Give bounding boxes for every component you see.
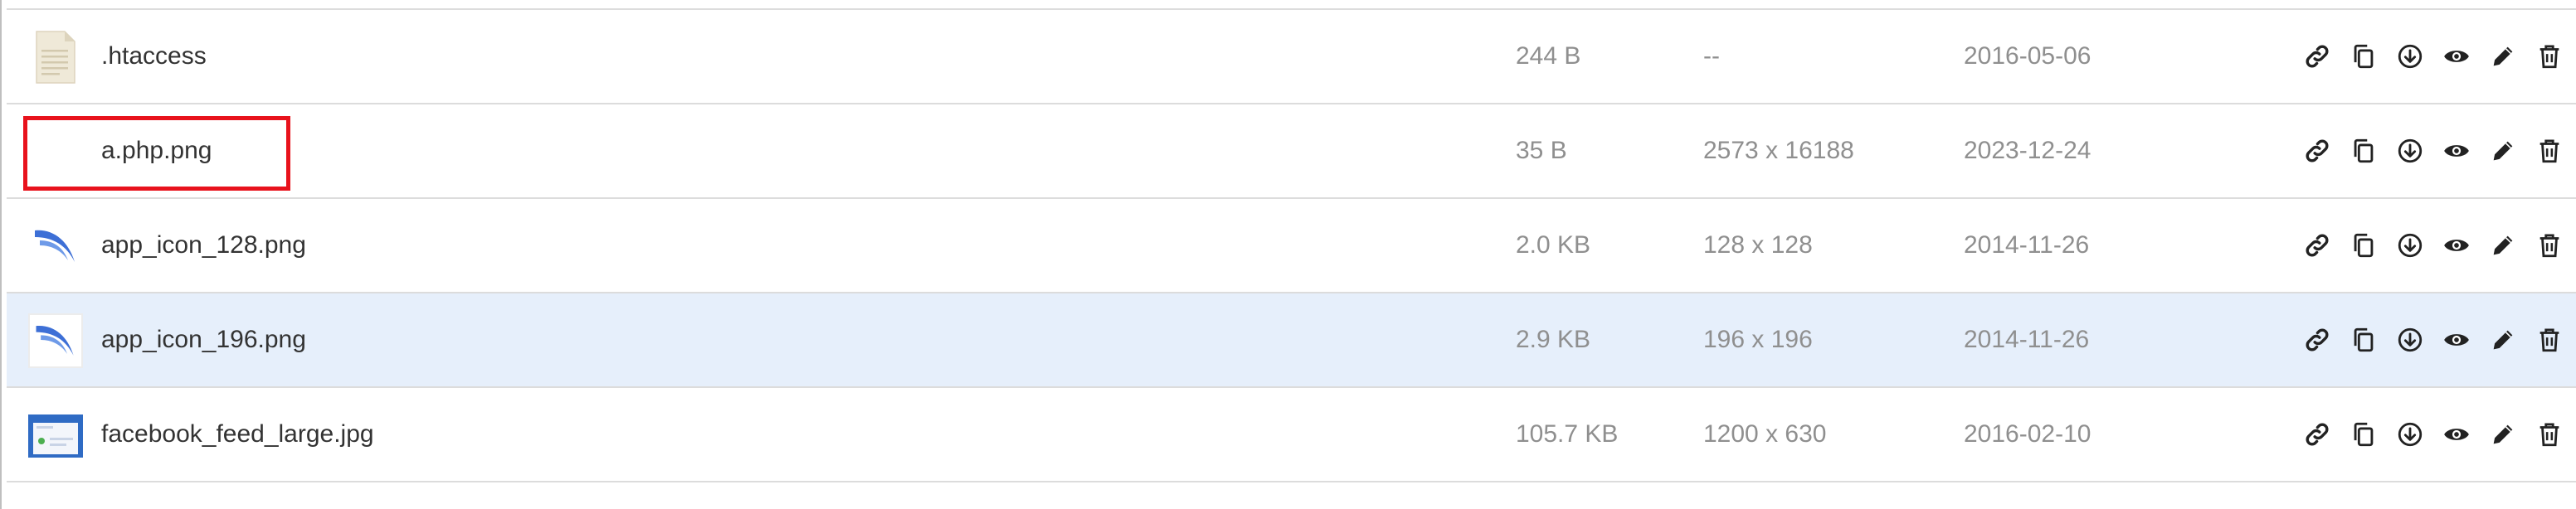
edit-pencil-icon[interactable] xyxy=(2480,323,2526,356)
delete-trash-icon[interactable] xyxy=(2526,40,2573,73)
download-icon[interactable] xyxy=(2387,323,2433,356)
link-icon[interactable] xyxy=(2294,323,2340,356)
delete-trash-icon[interactable] xyxy=(2526,418,2573,451)
copy-icon[interactable] xyxy=(2340,418,2387,451)
copy-icon[interactable] xyxy=(2340,40,2387,73)
facebook-feed-thumbnail xyxy=(28,408,83,463)
edit-pencil-icon[interactable] xyxy=(2480,418,2526,451)
file-row[interactable]: a.php.png 35 B 2573 x 16188 2023-12-24 xyxy=(7,103,2576,197)
preview-eye-icon[interactable] xyxy=(2433,323,2480,356)
file-size: 244 B xyxy=(1516,42,1581,70)
link-icon[interactable] xyxy=(2294,418,2340,451)
file-name[interactable]: .htaccess xyxy=(101,10,207,103)
file-dimensions: 1200 x 630 xyxy=(1703,420,1827,448)
link-icon[interactable] xyxy=(2294,229,2340,262)
file-date: 2016-02-10 xyxy=(1964,420,2091,448)
file-row[interactable]: app_icon_128.png 2.0 KB 128 x 128 2014-1… xyxy=(7,197,2576,292)
copy-icon[interactable] xyxy=(2340,134,2387,167)
blank-image-icon xyxy=(28,124,83,179)
link-icon[interactable] xyxy=(2294,134,2340,167)
file-row[interactable]: facebook_feed_large.jpg 105.7 KB 1200 x … xyxy=(7,386,2576,482)
file-dimensions: 128 x 128 xyxy=(1703,231,1813,259)
delete-trash-icon[interactable] xyxy=(2526,229,2573,262)
file-date: 2014-11-26 xyxy=(1964,326,2090,353)
file-actions xyxy=(2294,293,2573,386)
copy-icon[interactable] xyxy=(2340,323,2387,356)
file-row[interactable]: .htaccess 244 B -- 2016-05-06 xyxy=(7,8,2576,103)
file-actions xyxy=(2294,199,2573,292)
copy-icon[interactable] xyxy=(2340,229,2387,262)
edit-pencil-icon[interactable] xyxy=(2480,229,2526,262)
file-dimensions: 2573 x 16188 xyxy=(1703,137,1854,164)
download-icon[interactable] xyxy=(2387,134,2433,167)
file-size: 2.9 KB xyxy=(1516,326,1591,353)
edit-pencil-icon[interactable] xyxy=(2480,134,2526,167)
preview-eye-icon[interactable] xyxy=(2433,134,2480,167)
file-name[interactable]: app_icon_128.png xyxy=(101,199,306,292)
delete-trash-icon[interactable] xyxy=(2526,323,2573,356)
file-actions xyxy=(2294,10,2573,103)
app-swoosh-icon xyxy=(28,313,83,368)
file-date: 2016-05-06 xyxy=(1964,42,2091,70)
app-swoosh-icon xyxy=(28,219,83,274)
preview-eye-icon[interactable] xyxy=(2433,229,2480,262)
file-dimensions: 196 x 196 xyxy=(1703,326,1813,353)
edit-pencil-icon[interactable] xyxy=(2480,40,2526,73)
preview-eye-icon[interactable] xyxy=(2433,418,2480,451)
file-name[interactable]: app_icon_196.png xyxy=(101,293,306,386)
link-icon[interactable] xyxy=(2294,40,2340,73)
file-dimensions: -- xyxy=(1703,42,1720,70)
file-size: 2.0 KB xyxy=(1516,231,1591,259)
file-list: .htaccess 244 B -- 2016-05-06 a.php.png … xyxy=(7,8,2576,482)
download-icon[interactable] xyxy=(2387,40,2433,73)
file-date: 2023-12-24 xyxy=(1964,137,2091,164)
file-size: 105.7 KB xyxy=(1516,420,1619,448)
file-actions xyxy=(2294,388,2573,481)
file-name[interactable]: facebook_feed_large.jpg xyxy=(101,388,374,481)
download-icon[interactable] xyxy=(2387,418,2433,451)
download-icon[interactable] xyxy=(2387,229,2433,262)
file-actions xyxy=(2294,104,2573,197)
panel-left-edge xyxy=(0,0,2,509)
delete-trash-icon[interactable] xyxy=(2526,134,2573,167)
file-size: 35 B xyxy=(1516,137,1567,164)
preview-eye-icon[interactable] xyxy=(2433,40,2480,73)
file-manager-page: .htaccess 244 B -- 2016-05-06 a.php.png … xyxy=(0,0,2576,509)
file-row-selected[interactable]: app_icon_196.png 2.9 KB 196 x 196 2014-1… xyxy=(7,292,2576,386)
file-date: 2014-11-26 xyxy=(1964,231,2090,259)
file-name[interactable]: a.php.png xyxy=(101,104,212,197)
document-icon xyxy=(28,30,83,85)
